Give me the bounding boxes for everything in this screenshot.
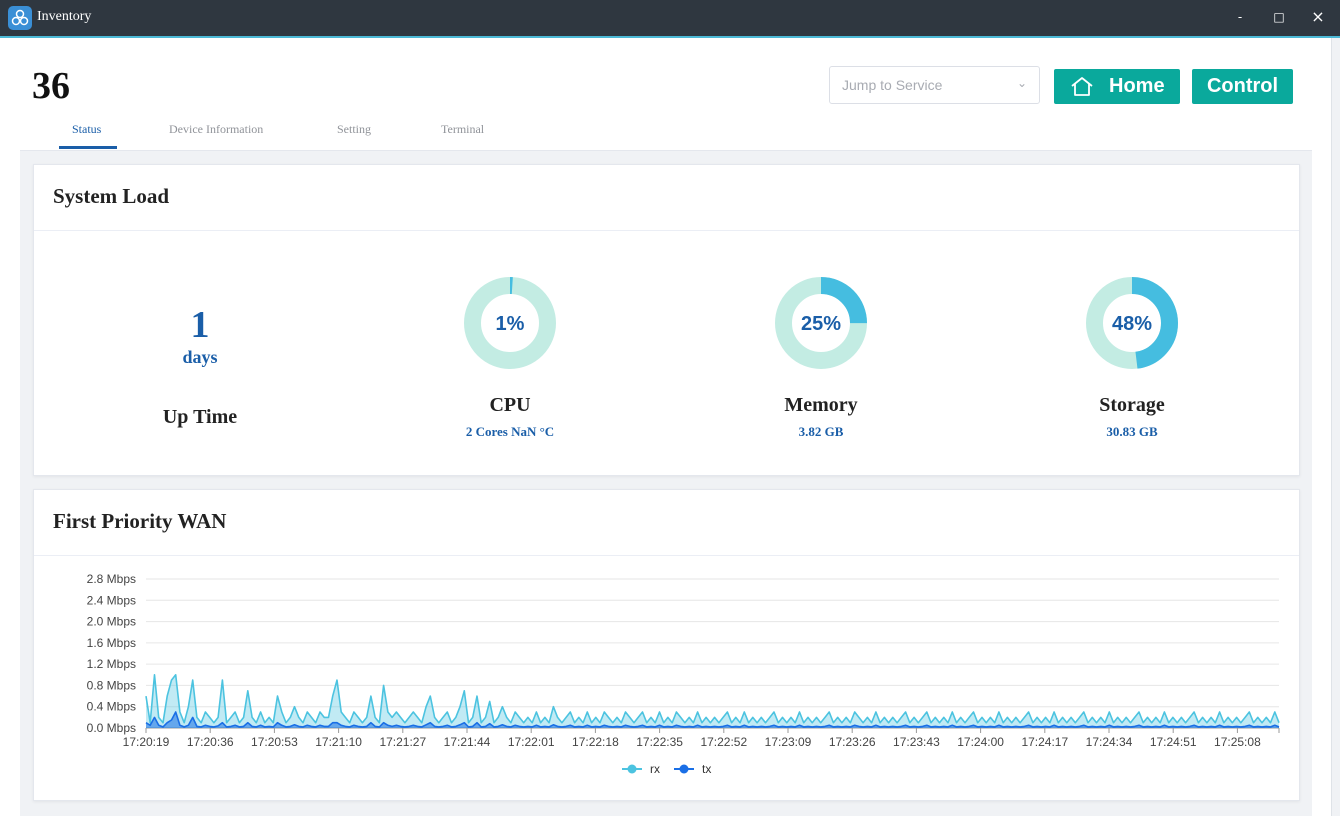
x-tick-label: 17:23:43 [893,735,940,749]
jump-to-service-input[interactable] [840,76,1014,94]
window-titlebar: Inventory - □ × [0,0,1340,38]
x-tick-label: 17:20:19 [123,735,170,749]
system-load-title: System Load [53,184,170,208]
x-tick-label: 17:21:44 [444,735,491,749]
legend-marker-tx [679,764,689,774]
x-tick-label: 17:23:09 [765,735,812,749]
tab-bar: Status Device Information Setting Termin… [20,110,1312,151]
y-tick-label: 0.4 Mbps [87,700,136,714]
legend-label-tx: tx [702,762,711,776]
x-tick-label: 17:23:26 [829,735,876,749]
tab-device-information[interactable]: Device Information [169,122,263,137]
uptime-stat: 1 [100,303,300,347]
y-tick-label: 1.2 Mbps [87,657,136,671]
tab-setting[interactable]: Setting [337,122,371,137]
memory-label: Memory [784,394,858,416]
system-load-card: System Load 1 days Up Time 1% CPU 2 Core… [33,164,1300,476]
window-title: Inventory [37,9,92,24]
storage-label-wrap: Storage [1032,394,1232,417]
x-tick-label: 17:25:08 [1214,735,1261,749]
x-tick-label: 17:20:36 [187,735,234,749]
x-tick-label: 17:22:01 [508,735,555,749]
memory-sub: 3.82 GB [798,424,844,439]
legend-marker-rx [627,764,637,774]
x-tick-label: 17:22:52 [700,735,747,749]
minimize-button[interactable]: - [1225,4,1255,30]
tab-terminal[interactable]: Terminal [441,122,484,137]
y-tick-label: 2.4 Mbps [87,593,136,607]
control-button[interactable]: Control [1192,69,1293,104]
y-tick-label: 0.8 Mbps [87,678,136,692]
close-button[interactable]: × [1303,4,1333,30]
uptime-label: Up Time [162,406,238,428]
wan-header: First Priority WAN [34,490,1299,556]
uptime-unit: days [182,347,218,367]
memory-label-wrap: Memory [721,394,921,417]
x-tick-label: 17:21:10 [315,735,362,749]
cpu-label: CPU [489,394,531,416]
storage-sub-wrap: 30.83 GB [1032,424,1232,440]
cpu-sub-wrap: 2 Cores NaN °C [410,424,610,440]
app-logo-icon [8,6,32,30]
active-tab-indicator [59,146,117,149]
memory-sub-wrap: 3.82 GB [721,424,921,440]
y-tick-label: 2.0 Mbps [87,615,136,629]
chevron-down-icon: ⌄ [1016,76,1027,90]
storage-percent: 48% [1112,313,1152,335]
cpu-sub: 2 Cores NaN °C [465,424,555,439]
x-tick-label: 17:24:17 [1021,735,1068,749]
home-button[interactable]: Home [1054,69,1180,104]
x-tick-label: 17:21:27 [379,735,426,749]
cpu-label-wrap: CPU [410,394,610,417]
y-tick-label: 0.0 Mbps [87,721,136,735]
uptime-value: 1 [190,304,210,346]
x-tick-label: 17:22:35 [636,735,683,749]
x-tick-label: 17:20:53 [251,735,298,749]
x-tick-label: 17:24:34 [1086,735,1133,749]
jump-to-service-select[interactable]: ⌄ [829,66,1040,104]
y-tick-label: 2.8 Mbps [87,572,136,586]
wan-card: First Priority WAN 0.0 Mbps 0.4 Mbps 0.8 M… [33,489,1300,801]
storage-sub: 30.83 GB [1106,424,1158,439]
cpu-percent: 1% [496,313,525,335]
tab-status[interactable]: Status [72,122,101,137]
home-icon [1071,77,1093,96]
system-load-header: System Load [34,165,1299,231]
home-button-label: Home [1109,75,1165,97]
memory-donut: 25% [775,277,867,369]
window-edge [1331,38,1340,816]
device-title: 36 [32,65,70,107]
wan-title: First Priority WAN [53,509,227,533]
legend-label-rx: rx [650,762,660,776]
cpu-donut: 1% [464,277,556,369]
uptime-label-wrap: Up Time [100,406,300,429]
storage-donut: 48% [1086,277,1178,369]
x-tick-label: 17:22:18 [572,735,619,749]
uptime-unit-wrap: days [100,347,300,368]
wan-traffic-chart: 0.0 Mbps 0.4 Mbps 0.8 Mbps 1.2 Mbps 1.6 Mbps… [87,572,1280,776]
memory-percent: 25% [801,313,841,335]
y-tick-label: 1.6 Mbps [87,636,136,650]
x-tick-label: 17:24:51 [1150,735,1197,749]
storage-label: Storage [1099,394,1165,416]
x-tick-label: 17:24:00 [957,735,1004,749]
maximize-button[interactable]: □ [1264,4,1294,30]
